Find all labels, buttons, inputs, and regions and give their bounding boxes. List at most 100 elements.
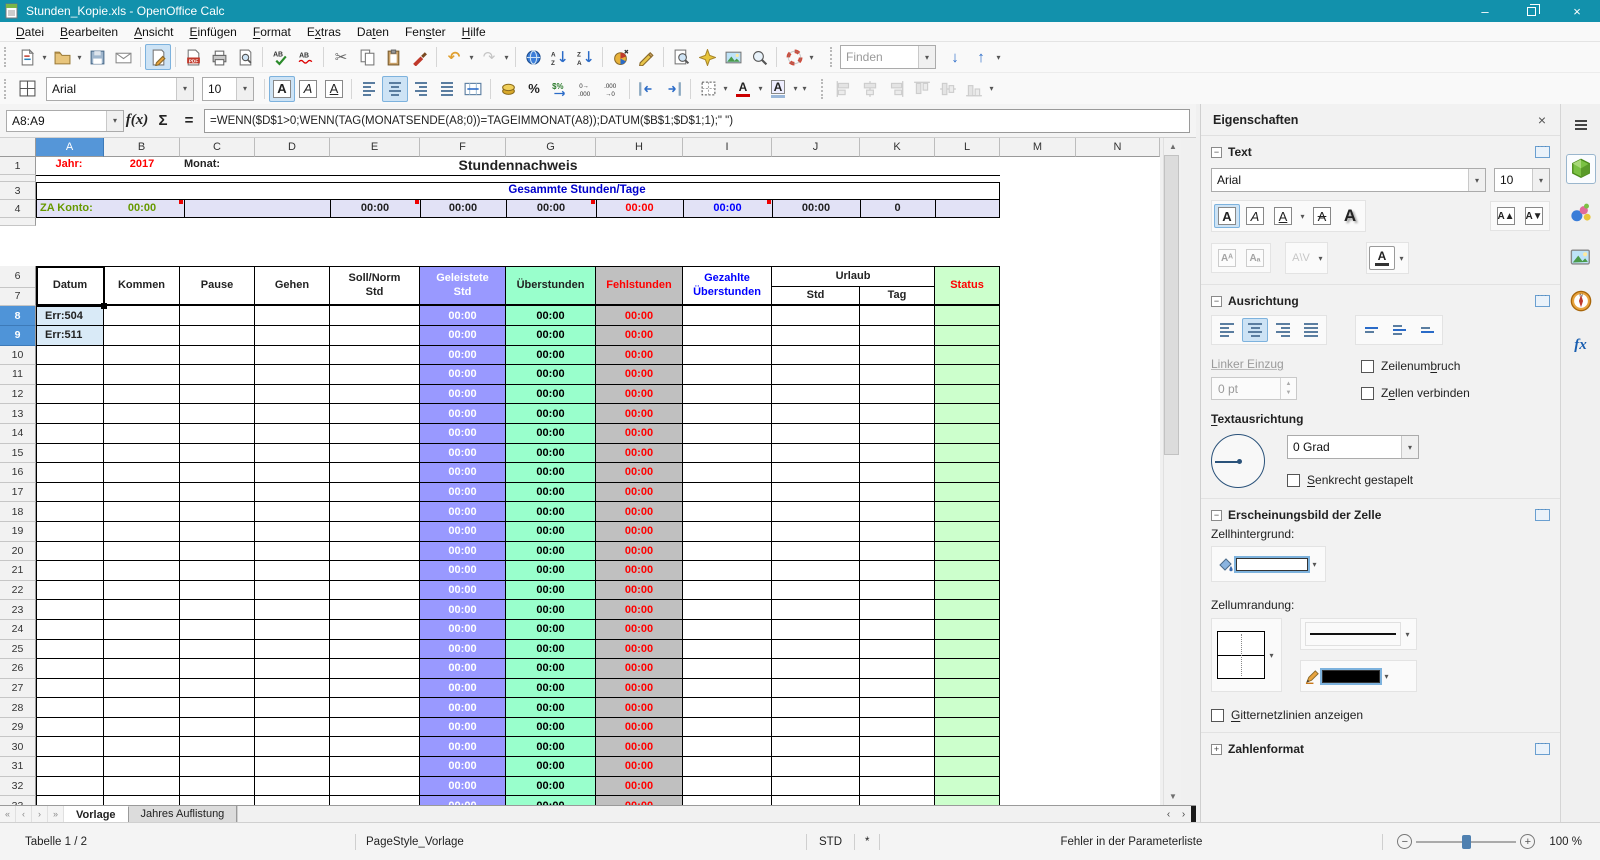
auto-spellcheck-button[interactable]: AB (293, 44, 319, 70)
cell-K19[interactable] (860, 521, 935, 542)
sidebar-tab-styles[interactable] (1566, 198, 1596, 228)
cell-C19[interactable] (180, 521, 255, 542)
cell-M23[interactable] (1000, 600, 1076, 620)
cell-M24[interactable] (1000, 619, 1076, 640)
cell-J21[interactable] (772, 561, 860, 581)
cell-D13[interactable] (255, 404, 330, 424)
cell-B14[interactable] (104, 423, 180, 444)
cell-D8[interactable] (255, 306, 330, 326)
cell-M22[interactable] (1000, 580, 1076, 601)
cell-G24[interactable]: 00:00 (506, 619, 596, 640)
sidebar-close-icon[interactable]: × (1532, 112, 1552, 128)
cell-A10[interactable] (36, 345, 104, 366)
column-header-M[interactable]: M (1000, 138, 1076, 157)
cell-H26[interactable]: 00:00 (596, 659, 683, 679)
cell-J24[interactable] (772, 619, 860, 640)
cell-L19[interactable] (935, 521, 1000, 542)
background-color-dropdown[interactable]: ▾ (791, 76, 800, 102)
zoom-out-button[interactable]: − (1397, 834, 1413, 849)
row-header-9[interactable]: 9 (0, 326, 36, 346)
sheet-tab-vorlage[interactable]: Vorlage (64, 806, 129, 822)
zoom-slider-thumb[interactable] (1462, 834, 1472, 849)
formula-input[interactable]: =WENN($D$1>0;WENN(TAG(MONATSENDE(A8;0))=… (204, 108, 1190, 133)
cell-N12[interactable] (1076, 384, 1160, 405)
toolbar-overflow[interactable]: ▾ (807, 44, 816, 70)
border-color-dropdown[interactable]: ▾ (1382, 663, 1391, 689)
cell-B18[interactable] (104, 502, 180, 522)
row-header-6-7[interactable]: 67 (0, 266, 36, 306)
cell-F28[interactable]: 00:00 (420, 698, 506, 718)
borders-dropdown[interactable]: ▾ (721, 76, 730, 102)
cell-J9[interactable] (772, 326, 860, 346)
cell-M29[interactable] (1000, 717, 1076, 738)
cell-M17[interactable] (1000, 482, 1076, 503)
cell-A16[interactable] (36, 463, 104, 483)
cell-B28[interactable] (104, 698, 180, 718)
rotation-dial[interactable] (1211, 434, 1265, 488)
cell-E14[interactable] (330, 423, 420, 444)
cell-F30[interactable]: 00:00 (420, 737, 506, 758)
wrap-text-checkbox[interactable]: Zeilenumbruch (1361, 359, 1470, 373)
cell-B24[interactable] (104, 619, 180, 640)
cell-B13[interactable] (104, 404, 180, 424)
subscript-button[interactable]: Aₐ (1242, 246, 1268, 270)
column-header-E[interactable]: E (330, 138, 420, 157)
cell-H12[interactable]: 00:00 (596, 384, 683, 405)
cell-I28[interactable] (683, 698, 772, 718)
cell-B29[interactable] (104, 717, 180, 738)
cell-N16[interactable] (1076, 463, 1160, 483)
cell-G29[interactable]: 00:00 (506, 717, 596, 738)
number-format-currency-button[interactable] (495, 76, 521, 102)
cell-B26[interactable] (104, 659, 180, 679)
page-preview-button[interactable] (232, 44, 258, 70)
styles-window-button[interactable] (14, 76, 40, 102)
find-toolbar-overflow[interactable]: ▾ (994, 44, 1003, 70)
cell-A33[interactable] (36, 796, 104, 805)
cell-J32[interactable] (772, 776, 860, 797)
cell-L14[interactable] (935, 423, 1000, 444)
cell-I21[interactable] (683, 561, 772, 581)
cell-E32[interactable] (330, 776, 420, 797)
merge-cells-checkbox[interactable]: Zellen verbinden (1361, 386, 1470, 400)
cell-A8[interactable]: Err:504 (36, 306, 104, 326)
cell-E9[interactable] (330, 326, 420, 346)
cell-C29[interactable] (180, 717, 255, 738)
cell-E12[interactable] (330, 384, 420, 405)
cell-L12[interactable] (935, 384, 1000, 405)
cell-N30[interactable] (1076, 737, 1160, 758)
cell-M33[interactable] (1000, 796, 1076, 805)
selection-handle[interactable] (101, 303, 107, 309)
cell-A32[interactable] (36, 776, 104, 797)
expand-icon[interactable]: + (1211, 743, 1222, 755)
name-box[interactable]: A8:A9 ▾ (6, 109, 124, 132)
collapse-icon[interactable]: − (1211, 509, 1222, 521)
sidebar-tab-functions[interactable]: fx (1566, 330, 1596, 360)
cell-M15[interactable] (1000, 443, 1076, 464)
spacing-dropdown[interactable]: ▾ (1316, 245, 1325, 271)
cell-J11[interactable] (772, 365, 860, 385)
cell-J13[interactable] (772, 404, 860, 424)
collapse-icon[interactable]: − (1211, 295, 1222, 307)
cell-G15[interactable]: 00:00 (506, 443, 596, 464)
align-middle-button[interactable] (1386, 318, 1412, 342)
cell-K21[interactable] (860, 561, 935, 581)
horizontal-scrollbar[interactable] (237, 806, 1161, 822)
redo-dropdown[interactable]: ▾ (502, 44, 511, 70)
cell-C11[interactable] (180, 365, 255, 385)
cell-E28[interactable] (330, 698, 420, 718)
menu-extras[interactable]: Extras (299, 23, 349, 41)
row-header-4[interactable]: 4 (0, 200, 36, 218)
help-button[interactable] (781, 44, 807, 70)
cell-G11[interactable]: 00:00 (506, 365, 596, 385)
cell-K13[interactable] (860, 404, 935, 424)
cell-D24[interactable] (255, 619, 330, 640)
header-urlaub[interactable]: Urlaub Std Tag (772, 266, 935, 306)
cell-K4[interactable]: 0 (860, 202, 935, 214)
border-line-style-select[interactable] (1305, 622, 1401, 646)
cell-F17[interactable]: 00:00 (420, 482, 506, 503)
row-header-2[interactable] (0, 175, 36, 182)
cell-K33[interactable] (860, 796, 935, 805)
column-header-D[interactable]: D (255, 138, 330, 157)
scroll-down-icon[interactable]: ▼ (1164, 788, 1182, 805)
cell-F18[interactable]: 00:00 (420, 502, 506, 522)
